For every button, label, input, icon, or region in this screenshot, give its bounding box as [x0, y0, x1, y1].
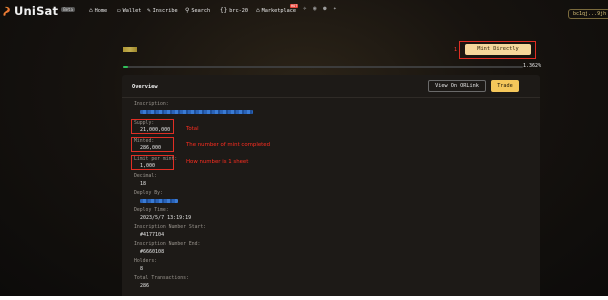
search-icon: ⚲	[185, 7, 190, 14]
mint-progress-label: 1.362%	[523, 63, 542, 69]
nav-home-label: Home	[94, 7, 108, 14]
limit-label: Limit per mint:	[134, 157, 178, 162]
nav-marketplace-label: Marketplace	[261, 7, 296, 14]
transactions-label: Total Transactions:	[134, 276, 189, 281]
mint-progress-fill	[123, 66, 129, 68]
holders-value: 8	[140, 266, 144, 272]
twitter-icon[interactable]: ✦	[333, 6, 339, 12]
mint-directly-button[interactable]: Mint Directly	[465, 44, 531, 55]
hot-badge: HOT	[290, 4, 299, 8]
deploy-time-label: Deploy Time:	[134, 208, 169, 213]
brand[interactable]: UniSat Beta	[3, 4, 75, 18]
nav-wallet-label: Wallet	[122, 7, 142, 14]
unisat-logo-icon	[3, 6, 10, 16]
holders-label: Holders:	[134, 259, 158, 264]
nav-wallet[interactable]: ▭ Wallet	[117, 7, 141, 14]
discord-icon[interactable]: ◉	[313, 6, 319, 12]
supply-annotation: Total	[186, 126, 199, 132]
nav-brc20[interactable]: {} brc-20	[220, 7, 248, 14]
deploy-by-label: Deploy By:	[134, 191, 163, 196]
decimals-label: Decimal:	[134, 174, 158, 179]
nav-inscribe[interactable]: ✎ Inscribe	[147, 7, 178, 14]
github-icon[interactable]: ●	[323, 6, 329, 12]
supply-value: 21,000,000	[140, 127, 171, 133]
supply-label: Supply:	[134, 121, 155, 126]
overview-title: Overview	[132, 84, 158, 90]
limit-annotation: How number is 1 sheet	[186, 159, 249, 165]
nav-inscribe-label: Inscribe	[152, 7, 178, 14]
mint-progress-bar	[123, 66, 523, 68]
inscription-label: Inscription:	[134, 102, 169, 107]
top-nav: UniSat Beta ⌂ Home ▭ Wallet ✎ Inscribe ⚲…	[0, 4, 608, 19]
wallet-address-button[interactable]: bc1qj...9jh	[568, 9, 608, 19]
annotation-step-number: 1	[454, 47, 458, 53]
nav-marketplace[interactable]: ⌂ Marketplace	[256, 7, 296, 14]
minted-label: Minted:	[134, 139, 155, 144]
number-end-label: Inscription Number End:	[134, 242, 201, 247]
number-start-value: #4177104	[140, 232, 165, 238]
view-on-ordlink-button[interactable]: View On ORLink	[428, 80, 486, 92]
bag-icon: ⌂	[256, 7, 260, 14]
beta-badge: Beta	[61, 6, 75, 12]
nav-home[interactable]: ⌂ Home	[89, 7, 107, 14]
inscription-id-link[interactable]	[140, 110, 253, 114]
panel-divider	[122, 97, 540, 98]
transactions-value: 286	[140, 283, 150, 289]
minted-value: 286,000	[140, 145, 162, 151]
number-end-value: #6660108	[140, 249, 165, 255]
mint-progress-value: 1.362	[523, 63, 539, 69]
minted-annotation: The number of mint completed	[186, 142, 270, 148]
limit-value: 1,000	[140, 163, 156, 169]
deployer-address-link[interactable]	[140, 199, 178, 203]
pen-icon: ✎	[147, 7, 151, 14]
nav-search[interactable]: ⚲ Search	[185, 7, 210, 14]
nav-search-label: Search	[191, 7, 211, 14]
nav-brc20-label: brc-20	[229, 7, 248, 14]
token-ticker-image	[123, 47, 137, 52]
brackets-icon: {}	[220, 7, 228, 14]
wallet-icon: ▭	[117, 7, 121, 14]
trade-button[interactable]: Trade	[491, 80, 519, 92]
number-start-label: Inscription Number Start:	[134, 225, 207, 230]
overview-panel: Overview View On ORLink Trade Inscriptio…	[122, 75, 540, 296]
telegram-icon[interactable]: ✈	[303, 6, 309, 12]
home-icon: ⌂	[89, 7, 93, 14]
app-window: UniSat Beta ⌂ Home ▭ Wallet ✎ Inscribe ⚲…	[0, 0, 608, 296]
decimals-value: 18	[140, 181, 147, 187]
app-name: UniSat	[14, 4, 59, 18]
deploy-time-value: 2023/5/7 13:19:19	[140, 215, 192, 221]
